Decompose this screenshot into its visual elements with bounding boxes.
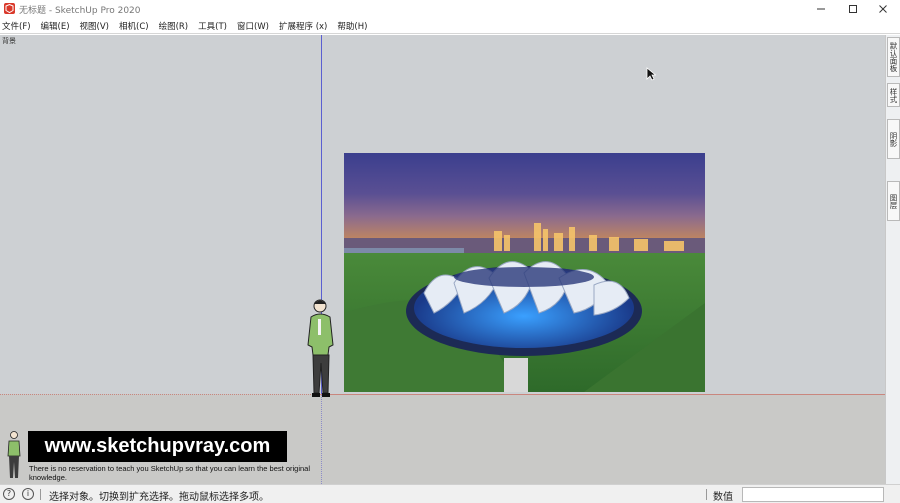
- red-axis-negative: [0, 394, 321, 395]
- stadium-image[interactable]: [344, 153, 705, 392]
- minimize-button[interactable]: [804, 0, 838, 18]
- measurements-label: 数值: [713, 492, 733, 503]
- status-divider: [706, 489, 707, 500]
- tray-tab-label: 图层: [889, 193, 898, 209]
- menu-tools[interactable]: 工具(T): [198, 20, 227, 32]
- info-icon[interactable]: i: [22, 488, 34, 500]
- menu-draw[interactable]: 绘图(R): [159, 20, 189, 32]
- menu-window[interactable]: 窗口(W): [237, 20, 269, 32]
- menu-extensions[interactable]: 扩展程序 (x): [279, 20, 327, 32]
- minimize-icon: [817, 8, 825, 10]
- watermark-note: There is no reservation to teach you Ske…: [29, 464, 310, 482]
- sketchup-logo-icon: [4, 3, 15, 14]
- tray-tab-styles[interactable]: 样式: [887, 83, 900, 107]
- status-divider: [40, 489, 41, 500]
- menu-view[interactable]: 视图(V): [80, 20, 109, 32]
- red-axis: [321, 394, 885, 395]
- window-title: 无标题 - SketchUp Pro 2020: [19, 6, 141, 16]
- menu-bar: 文件(F) 编辑(E) 视图(V) 相机(C) 绘图(R) 工具(T) 窗口(W…: [0, 18, 900, 34]
- close-button[interactable]: [866, 0, 900, 18]
- watermark-figure: [7, 431, 21, 478]
- modeling-viewport[interactable]: 背景 www.sketchupvray.com There is no rese…: [0, 35, 885, 484]
- close-icon: [879, 5, 887, 13]
- mouse-cursor-icon: [646, 67, 656, 81]
- status-bar: ? i 选择对象。切换到扩充选择。拖动鼠标选择多项。 数值: [0, 484, 900, 503]
- menu-file[interactable]: 文件(F): [2, 20, 31, 32]
- tray-tab-shadows[interactable]: 阴影: [887, 119, 900, 159]
- scene-label: 背景: [2, 37, 16, 45]
- tray-tab-label: 样式: [889, 87, 898, 103]
- tray-tab-label: 默认面板: [889, 42, 898, 72]
- maximize-button[interactable]: [836, 0, 870, 18]
- measurements-input[interactable]: [742, 487, 884, 502]
- help-icon[interactable]: ?: [3, 488, 15, 500]
- title-bar: 无标题 - SketchUp Pro 2020: [0, 0, 900, 18]
- maximize-icon: [849, 5, 857, 13]
- menu-edit[interactable]: 编辑(E): [41, 20, 70, 32]
- default-tray: 默认面板 样式 阴影 图层: [885, 35, 900, 484]
- scale-figure[interactable]: [303, 297, 339, 399]
- status-message: 选择对象。切换到扩充选择。拖动鼠标选择多项。: [49, 492, 269, 503]
- menu-help[interactable]: 帮助(H): [337, 20, 367, 32]
- menu-camera[interactable]: 相机(C): [119, 20, 149, 32]
- tray-tab-default-panel[interactable]: 默认面板: [887, 37, 900, 77]
- tray-tab-layers[interactable]: 图层: [887, 181, 900, 221]
- watermark-url: www.sketchupvray.com: [44, 435, 271, 457]
- tray-tab-label: 阴影: [889, 131, 898, 147]
- watermark-banner: www.sketchupvray.com: [28, 431, 287, 462]
